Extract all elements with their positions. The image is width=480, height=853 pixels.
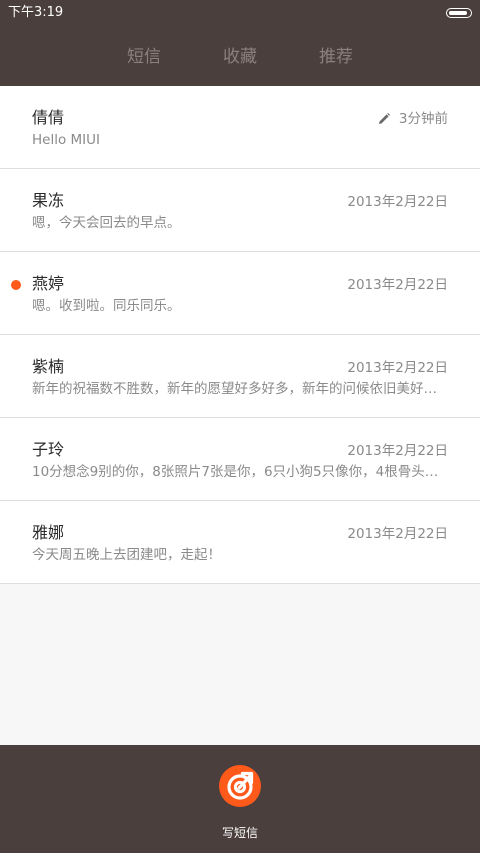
- message-preview: Hello MIUI: [32, 132, 101, 148]
- tab-bar: 短信 收藏 推荐: [0, 26, 480, 86]
- conversation-date: 2013年2月22日: [347, 526, 448, 542]
- conversation-date: 2013年2月22日: [347, 277, 448, 293]
- message-preview: 新年的祝福数不胜数，新年的愿望好多好多，新年的问候依旧美好…: [32, 381, 437, 397]
- contact-name: 紫楠: [32, 357, 65, 376]
- contact-name: 子玲: [32, 440, 65, 459]
- conversation-row[interactable]: 雅娜 2013年2月22日 今天周五晚上去团建吧，走起！: [0, 501, 480, 584]
- conversation-row[interactable]: 子玲 2013年2月22日 10分想念9别的你，8张照片7张是你，6只小狗5只像…: [0, 418, 480, 501]
- conversation-list: 倩倩 3分钟前 Hello MIUI 果冻 2013年2月22日 嗯，今天会回去…: [0, 86, 480, 584]
- tab-recommended[interactable]: 推荐: [296, 46, 376, 68]
- conversation-row[interactable]: 紫楠 2013年2月22日 新年的祝福数不胜数，新年的愿望好多好多，新年的问候依…: [0, 335, 480, 418]
- battery-level: [449, 11, 467, 15]
- tab-favorites[interactable]: 收藏: [200, 46, 280, 68]
- conversation-date: 2013年2月22日: [347, 443, 448, 459]
- draft-pencil-icon: [378, 113, 390, 124]
- tab-sms[interactable]: 短信: [104, 46, 184, 68]
- conversation-row[interactable]: 倩倩 3分钟前 Hello MIUI: [0, 86, 480, 169]
- message-preview: 10分想念9别的你，8张照片7张是你，6只小狗5只像你，4根骨头…: [32, 464, 439, 480]
- contact-name: 雅娜: [32, 523, 65, 542]
- status-time: 下午3:19: [8, 5, 64, 20]
- unread-dot-icon: [11, 280, 21, 290]
- conversation-row[interactable]: 燕婷 2013年2月22日 嗯。收到啦。同乐同乐。: [0, 252, 480, 335]
- contact-name: 倩倩: [32, 108, 65, 127]
- message-preview: 嗯。收到啦。同乐同乐。: [32, 298, 181, 314]
- status-bar: 下午3:19: [0, 0, 480, 26]
- compose-icon[interactable]: [218, 764, 262, 808]
- conversation-date: 2013年2月22日: [347, 194, 448, 210]
- conversation-row[interactable]: 果冻 2013年2月22日 嗯，今天会回去的早点。: [0, 169, 480, 252]
- compose-label[interactable]: 写短信: [0, 825, 480, 841]
- message-preview: 嗯，今天会回去的早点。: [32, 215, 181, 231]
- contact-name: 果冻: [32, 191, 65, 210]
- bottom-bar: 写短信: [0, 745, 480, 853]
- message-preview: 今天周五晚上去团建吧，走起！: [32, 547, 221, 563]
- conversation-time-text: 3分钟前: [398, 111, 448, 127]
- contact-name: 燕婷: [32, 274, 65, 293]
- conversation-time: 3分钟前: [377, 110, 448, 128]
- conversation-date: 2013年2月22日: [347, 360, 448, 376]
- battery-icon: [446, 8, 472, 18]
